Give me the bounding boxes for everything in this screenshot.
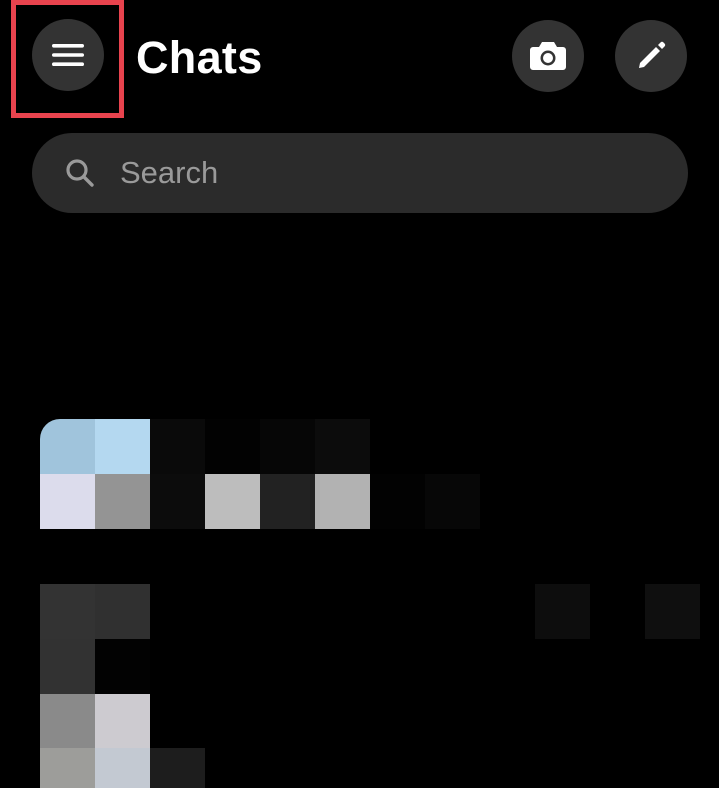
- chats-screen: Chats: [0, 0, 719, 788]
- pixelated-avatar: [40, 748, 95, 788]
- menu-button[interactable]: [32, 19, 104, 91]
- camera-icon: [530, 42, 566, 70]
- pixelated-avatar: [40, 694, 95, 748]
- pixelated-content: [535, 584, 590, 639]
- compose-button[interactable]: [615, 20, 687, 92]
- pixelated-content: [645, 584, 700, 639]
- pixelated-avatar: [95, 419, 150, 474]
- pixelated-avatar: [40, 639, 95, 694]
- pixelated-avatar: [95, 694, 150, 748]
- pixelated-avatar: [40, 584, 95, 639]
- chat-row-1[interactable]: [0, 419, 719, 529]
- search-bar[interactable]: [32, 133, 688, 213]
- pixelated-content: [260, 474, 315, 529]
- pixelated-avatar: [95, 639, 150, 694]
- chat-row-2[interactable]: [0, 584, 719, 788]
- pixelated-avatar: [95, 474, 150, 529]
- pixelated-avatar: [95, 748, 150, 788]
- pixelated-content: [315, 419, 370, 474]
- pixelated-content: [150, 748, 205, 788]
- pixelated-content: [370, 474, 425, 529]
- hamburger-menu-icon: [52, 44, 84, 66]
- magnifier-icon: [66, 159, 94, 187]
- pencil-icon: [639, 41, 666, 68]
- pixelated-content: [150, 474, 205, 529]
- pixelated-avatar: [40, 474, 95, 529]
- search-input[interactable]: [120, 143, 688, 203]
- pixelated-content: [205, 474, 260, 529]
- pixelated-avatar: [40, 419, 95, 474]
- pixelated-content: [150, 419, 205, 474]
- pixelated-content: [425, 474, 480, 529]
- camera-button[interactable]: [512, 20, 584, 92]
- pixelated-content: [315, 474, 370, 529]
- page-title: Chats: [136, 32, 263, 83]
- pixelated-content: [260, 419, 315, 474]
- pixelated-content: [205, 419, 260, 474]
- pixelated-avatar: [95, 584, 150, 639]
